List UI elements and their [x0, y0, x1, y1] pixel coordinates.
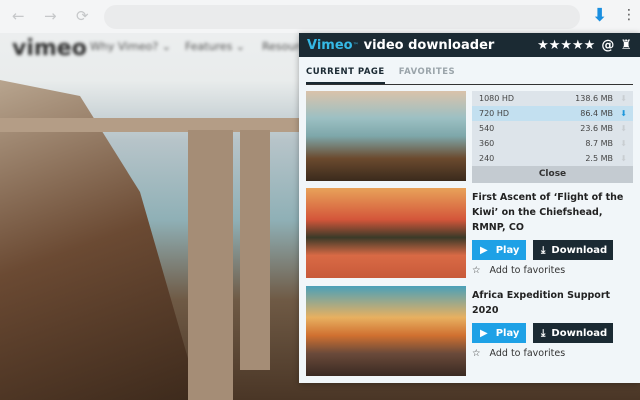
- play-icon: ▶: [480, 244, 488, 256]
- site-nav-features[interactable]: Features ⌄: [185, 40, 245, 53]
- popup-title: video downloader: [363, 37, 495, 53]
- clean-broom-icon[interactable]: ♜: [620, 38, 632, 53]
- video-title: First Ascent of ‘Flight of the Kiwi’ on …: [472, 192, 624, 233]
- site-nav-why[interactable]: Why Vimeo? ⌄: [90, 40, 171, 53]
- quality-option-selected[interactable]: 720 HD 86.4 MB ⬇: [472, 106, 633, 121]
- brand-name: Vimeo: [307, 37, 353, 53]
- address-bar[interactable]: [104, 5, 580, 29]
- play-button[interactable]: ▶ Play: [472, 323, 526, 343]
- quality-option[interactable]: 240 2.5 MB ⬇: [472, 151, 633, 166]
- tab-favorites[interactable]: FAVORITES: [399, 63, 455, 84]
- download-button[interactable]: ⤓ Download: [533, 323, 613, 343]
- video-item: First Ascent of ‘Flight of the Kiwi’ on …: [306, 188, 633, 278]
- video-item: Africa Expedition Support 2020 ▶ Play ⤓ Do…: [306, 286, 633, 376]
- download-button[interactable]: ⤓ Download: [533, 240, 613, 260]
- star-outline-icon: ☆: [472, 348, 481, 359]
- video-thumbnail[interactable]: [306, 188, 466, 278]
- video-thumbnail[interactable]: [306, 286, 466, 376]
- close-quality-button[interactable]: Close: [472, 166, 633, 183]
- downloader-popup: Vimeo ™ video downloader ★★★★★ @ ♜ CURREN…: [299, 33, 640, 383]
- quality-option[interactable]: 540 23.6 MB ⬇: [472, 121, 633, 136]
- download-arrow-icon: ⬇: [620, 139, 627, 148]
- quality-option[interactable]: 360 8.7 MB ⬇: [472, 136, 633, 151]
- reload-icon[interactable]: ⟳: [76, 7, 89, 25]
- browser-toolbar: ← → ⟳ ⬇ ⋮: [0, 0, 640, 33]
- tab-bar: CURRENT PAGE FAVORITES: [306, 63, 633, 85]
- download-icon: ⤓: [541, 327, 546, 339]
- play-button[interactable]: ▶ Play: [472, 240, 526, 260]
- popup-header: Vimeo ™ video downloader ★★★★★ @ ♜: [299, 33, 640, 57]
- contact-at-icon[interactable]: @: [601, 38, 614, 53]
- site-logo[interactable]: vimeo: [12, 36, 87, 61]
- video-thumbnail[interactable]: [306, 91, 466, 181]
- download-arrow-icon: ⬇: [620, 109, 627, 118]
- tab-current-page[interactable]: CURRENT PAGE: [306, 63, 385, 84]
- trademark: ™: [352, 41, 359, 49]
- download-arrow-icon: ⬇: [620, 124, 627, 133]
- forward-icon[interactable]: →: [44, 7, 57, 25]
- add-to-favorites[interactable]: ☆ Add to favorites: [472, 265, 633, 276]
- bridge-pier: [240, 130, 270, 370]
- star-outline-icon: ☆: [472, 265, 481, 276]
- add-to-favorites[interactable]: ☆ Add to favorites: [472, 348, 633, 359]
- extension-download-icon[interactable]: ⬇: [592, 5, 607, 26]
- video-item: 1080 HD 138.6 MB ⬇ 720 HD 86.4 MB ⬇ 540 23.6 …: [306, 91, 633, 183]
- download-icon: ⤓: [541, 244, 546, 256]
- quality-option[interactable]: 1080 HD 138.6 MB ⬇: [472, 91, 633, 106]
- browser-menu-icon[interactable]: ⋮: [622, 7, 636, 23]
- play-icon: ▶: [480, 327, 488, 339]
- back-icon[interactable]: ←: [12, 7, 25, 25]
- download-arrow-icon: ⬇: [620, 94, 627, 103]
- rate-stars-icon[interactable]: ★★★★★: [537, 38, 595, 53]
- download-arrow-icon: ⬇: [620, 154, 627, 163]
- video-title: Africa Expedition Support 2020: [472, 290, 611, 316]
- bridge-pier: [188, 130, 233, 400]
